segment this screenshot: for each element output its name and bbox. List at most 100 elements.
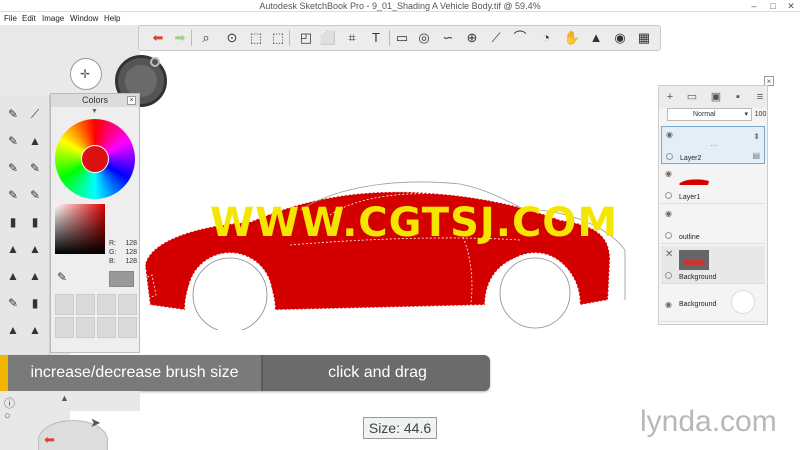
current-color-puck[interactable] xyxy=(81,145,109,173)
radio-icon[interactable] xyxy=(665,272,672,279)
folder-icon[interactable]: ▭ xyxy=(685,90,699,104)
brush-palette: ✎ ⟋ ✎ ▲ ✎ ✎ ✎ ✎ ▮ ▮ ▲ ▲ ▲ ▲ ✎ ▮ ▲ ▲ xyxy=(0,95,50,355)
eye-icon[interactable]: ◉ xyxy=(665,209,672,218)
car-drawing[interactable] xyxy=(140,170,640,330)
layer-row[interactable]: ◉ Layer1 xyxy=(661,166,765,204)
menu-image[interactable]: Image xyxy=(42,12,64,25)
eye-icon[interactable]: ◉ xyxy=(665,300,672,309)
swatch-cell[interactable] xyxy=(97,294,116,315)
ellipse-icon[interactable]: ◎ xyxy=(415,29,433,47)
radio-icon[interactable] xyxy=(665,192,672,199)
add-layer-icon[interactable]: + xyxy=(663,90,677,104)
swatch-cell[interactable] xyxy=(118,294,137,315)
transform-icon[interactable]: ◰ xyxy=(297,29,315,47)
perspective-icon[interactable]: ⊕ xyxy=(463,29,481,47)
brush-icon[interactable]: ▲ xyxy=(4,321,22,339)
brush-icon[interactable]: ▮ xyxy=(26,213,44,231)
select-rect-icon[interactable]: ⬚ xyxy=(247,29,265,47)
line-icon[interactable]: ⟋ xyxy=(487,29,505,47)
redo-icon[interactable]: ➡ xyxy=(171,29,189,47)
brush-icon[interactable]: ▮ xyxy=(4,213,22,231)
fill-icon[interactable]: ◔ xyxy=(537,29,555,47)
menu-window[interactable]: Window xyxy=(70,12,98,25)
brush-icon[interactable]: ▲ xyxy=(26,267,44,285)
radio-icon[interactable] xyxy=(665,232,672,239)
menu-icon[interactable]: ≡ xyxy=(753,90,767,104)
move-icon[interactable]: ⬍ xyxy=(753,132,760,141)
layer-editor: + ▭ ▣ ▪ ≡ Normal ▾ 100 ◉ ⋯ Layer2 ⬍ ▤ ◉ L… xyxy=(658,85,768,325)
menu-help[interactable]: Help xyxy=(104,12,120,25)
swatch-cell[interactable] xyxy=(76,294,95,315)
layer-row[interactable]: ✕ Background xyxy=(661,246,765,284)
brush-icon[interactable]: ✎ xyxy=(26,186,44,204)
background-color-swatch[interactable] xyxy=(731,290,755,314)
close-button[interactable]: ✕ xyxy=(782,0,800,12)
layer-row[interactable]: ◉ outline xyxy=(661,206,765,244)
blend-mode-select[interactable]: Normal ▾ xyxy=(667,108,752,121)
chevron-down-icon[interactable]: ▼ xyxy=(91,108,98,115)
menu-edit[interactable]: Edit xyxy=(22,12,36,25)
brush-palette-icon[interactable]: ▲ xyxy=(587,29,605,47)
bottom-dock: ▲ xyxy=(0,391,140,411)
ruler-icon[interactable]: ▭ xyxy=(393,29,411,47)
maximize-button[interactable]: □ xyxy=(764,0,782,12)
brush-icon[interactable]: ▲ xyxy=(4,267,22,285)
copic-icon[interactable]: ✋ xyxy=(563,29,581,47)
chevron-up-icon[interactable]: ▲ xyxy=(60,393,69,403)
current-color-swatch[interactable] xyxy=(109,271,134,287)
minimize-button[interactable]: – xyxy=(745,0,763,12)
layer-row[interactable]: ◉ ⋯ Layer2 ⬍ ▤ xyxy=(661,126,765,164)
color-wheel[interactable] xyxy=(55,119,135,199)
brush-icon[interactable]: ⟋ xyxy=(26,105,44,123)
eyedropper-icon[interactable]: ✎ xyxy=(57,270,67,284)
brush-icon[interactable]: ✎ xyxy=(4,159,22,177)
eye-icon[interactable]: ◉ xyxy=(666,130,673,139)
brush-icon[interactable]: ✎ xyxy=(26,159,44,177)
brush-icon[interactable]: ✎ xyxy=(4,132,22,150)
swatch-cell[interactable] xyxy=(76,317,95,338)
puck-handle-icon[interactable] xyxy=(150,57,160,67)
zoom-icon[interactable]: ⌕ xyxy=(197,29,215,47)
distort-icon[interactable]: ⬜ xyxy=(319,29,337,47)
crop-select-icon[interactable]: ⬚ xyxy=(269,29,287,47)
brush-icon[interactable]: ▲ xyxy=(26,240,44,258)
lagoon-pivot[interactable]: ✛ xyxy=(70,58,102,90)
brush-icon[interactable]: ✎ xyxy=(4,186,22,204)
crop-icon[interactable]: ⌗ xyxy=(343,29,361,47)
opacity-value[interactable]: 100 xyxy=(754,108,767,121)
layer-row[interactable]: ◉ Background xyxy=(661,286,765,322)
french-curve-icon[interactable]: ∽ xyxy=(439,29,457,47)
pointer-icon[interactable]: ➤ xyxy=(90,415,101,431)
brush-icon[interactable]: ▲ xyxy=(26,132,44,150)
brush-icon[interactable]: ▲ xyxy=(4,240,22,258)
close-icon[interactable]: × xyxy=(127,96,136,105)
info-icon[interactable]: ⓘ xyxy=(4,395,15,411)
swatch-cell[interactable] xyxy=(55,317,74,338)
hidden-eye-icon[interactable]: ✕ xyxy=(665,249,673,260)
layer-editor-icon[interactable]: ▦ xyxy=(635,29,653,47)
brand-logo: lynda.com xyxy=(640,405,777,438)
swatch-cell[interactable] xyxy=(118,317,137,338)
brush-icon[interactable]: ✎ xyxy=(4,105,22,123)
brush-size-readout: Size: 44.6 xyxy=(363,417,437,439)
swatch-cell[interactable] xyxy=(97,317,116,338)
lock-icon[interactable]: ▤ xyxy=(752,151,760,160)
curve-icon[interactable]: ⌒ xyxy=(511,29,529,47)
title-bar: Autodesk SketchBook Pro - 9_01_Shading A… xyxy=(0,0,800,12)
saturation-value-picker[interactable] xyxy=(55,204,105,254)
lasso-icon[interactable]: ⊙ xyxy=(223,29,241,47)
radio-icon[interactable] xyxy=(666,153,673,160)
brush-icon[interactable]: ▲ xyxy=(26,321,44,339)
eye-icon[interactable]: ◉ xyxy=(665,169,672,178)
image-icon[interactable]: ▣ xyxy=(709,90,723,104)
brush-icon[interactable]: ▮ xyxy=(26,294,44,312)
swatch-cell[interactable] xyxy=(55,294,74,315)
brush-icon[interactable]: ✎ xyxy=(4,294,22,312)
menu-file[interactable]: File xyxy=(4,12,17,25)
trash-icon[interactable]: ▪ xyxy=(731,90,745,104)
color-wheel-icon[interactable]: ◉ xyxy=(611,29,629,47)
text-icon[interactable]: T xyxy=(367,29,385,47)
undo-icon[interactable]: ⬅ xyxy=(149,29,167,47)
circle-icon[interactable]: ○ xyxy=(4,410,11,422)
undo-icon[interactable]: ⬅ xyxy=(44,432,55,448)
